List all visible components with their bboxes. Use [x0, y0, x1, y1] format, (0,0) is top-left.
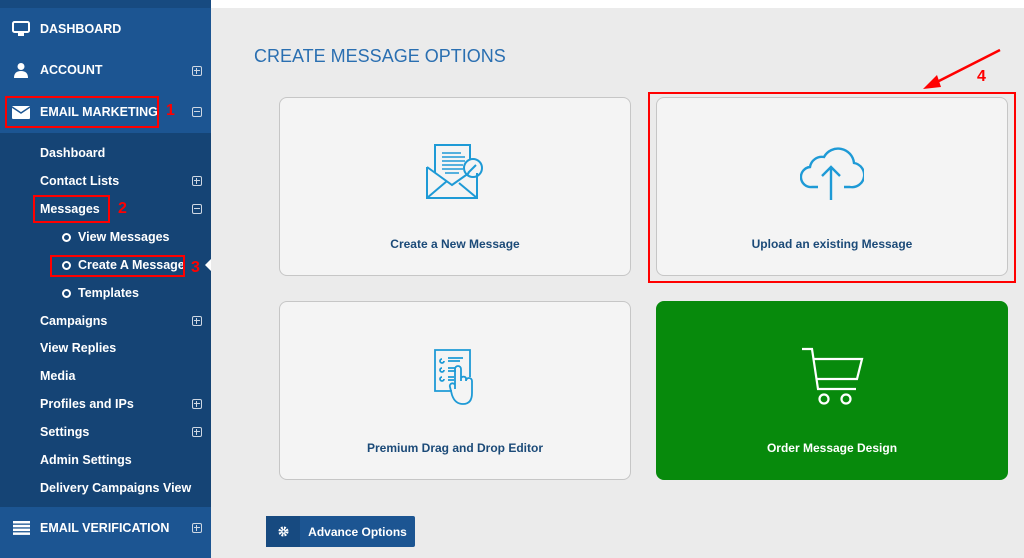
item-label: View Messages — [78, 230, 170, 244]
submenu-item-view-replies[interactable]: View Replies — [40, 338, 116, 358]
card-label: Premium Drag and Drop Editor — [366, 441, 544, 455]
expand-icon[interactable] — [192, 427, 202, 437]
expand-icon[interactable] — [192, 66, 202, 76]
annotation-arrow — [923, 48, 1001, 89]
advance-options-button[interactable]: Advance Options — [266, 516, 415, 547]
shopping-cart-icon — [802, 347, 864, 405]
annotation-number: 1 — [166, 102, 175, 119]
sidebar-top — [0, 0, 211, 8]
checklist-hand-icon — [434, 349, 473, 405]
submenu-item-dashboard[interactable]: Dashboard — [40, 143, 105, 163]
sidebar-item-email-verification[interactable]: EMAIL VERIFICATION — [0, 508, 211, 548]
list-icon — [0, 521, 40, 535]
submenu-item-create-a-message[interactable]: Create A Message — [62, 255, 185, 275]
sidebar-item-email-marketing[interactable]: EMAIL MARKETING — [0, 92, 211, 132]
expand-icon[interactable] — [192, 399, 202, 409]
envelope-letter-edit-icon — [426, 144, 483, 199]
submenu-item-profiles-and-ips[interactable]: Profiles and IPs — [40, 394, 134, 414]
gear-icon — [266, 516, 300, 547]
card-label: Upload an existing Message — [751, 237, 913, 251]
button-label: Advance Options — [308, 524, 407, 539]
sidebar-item-dashboard[interactable]: DASHBOARD — [0, 9, 211, 49]
sidebar-item-account[interactable]: ACCOUNT — [0, 50, 211, 90]
monitor-icon — [0, 21, 40, 37]
envelope-icon — [0, 105, 40, 119]
collapse-icon[interactable] — [192, 204, 202, 214]
submenu-item-admin-settings[interactable]: Admin Settings — [40, 450, 132, 470]
sidebar: DASHBOARD ACCOUNT EMAIL MARKETING Dashbo… — [0, 0, 211, 558]
submenu-item-messages[interactable]: Messages — [40, 199, 100, 219]
expand-icon[interactable] — [192, 316, 202, 326]
submenu-item-settings[interactable]: Settings — [40, 422, 89, 442]
card-label: Create a New Message — [390, 237, 520, 251]
page-title: CREATE MESSAGE OPTIONS — [254, 46, 506, 66]
item-label: Templates — [78, 286, 139, 300]
cloud-upload-icon — [800, 147, 864, 200]
order-message-design-card[interactable]: Order Message Design — [656, 301, 1008, 480]
circle-icon — [62, 260, 71, 270]
annotation-number: 3 — [191, 259, 200, 276]
submenu-item-delivery-campaigns-view[interactable]: Delivery Campaigns View — [40, 478, 191, 498]
expand-icon[interactable] — [192, 176, 202, 186]
active-caret-icon — [205, 259, 211, 271]
user-icon — [0, 62, 40, 78]
upload-existing-message-card[interactable]: Upload an existing Message — [656, 97, 1008, 276]
item-label: Create A Message — [78, 258, 185, 272]
premium-drag-drop-editor-card[interactable]: Premium Drag and Drop Editor — [279, 301, 631, 480]
create-new-message-card[interactable]: Create a New Message — [279, 97, 631, 276]
sidebar-item-label: DASHBOARD — [40, 22, 122, 36]
card-label: Order Message Design — [766, 441, 898, 455]
expand-icon[interactable] — [192, 523, 202, 533]
sidebar-item-label: EMAIL VERIFICATION — [40, 521, 170, 535]
submenu-item-contact-lists[interactable]: Contact Lists — [40, 171, 119, 191]
submenu-item-templates[interactable]: Templates — [62, 283, 139, 303]
annotation-number: 2 — [118, 200, 127, 217]
top-bar — [211, 0, 1024, 8]
circle-icon — [62, 232, 71, 242]
sidebar-item-label: ACCOUNT — [40, 63, 103, 77]
submenu-item-view-messages[interactable]: View Messages — [62, 227, 170, 247]
sidebar-item-label: EMAIL MARKETING — [40, 105, 158, 119]
collapse-icon[interactable] — [192, 107, 202, 117]
submenu-item-media[interactable]: Media — [40, 366, 75, 386]
circle-icon — [62, 288, 71, 298]
submenu-item-campaigns[interactable]: Campaigns — [40, 311, 107, 331]
